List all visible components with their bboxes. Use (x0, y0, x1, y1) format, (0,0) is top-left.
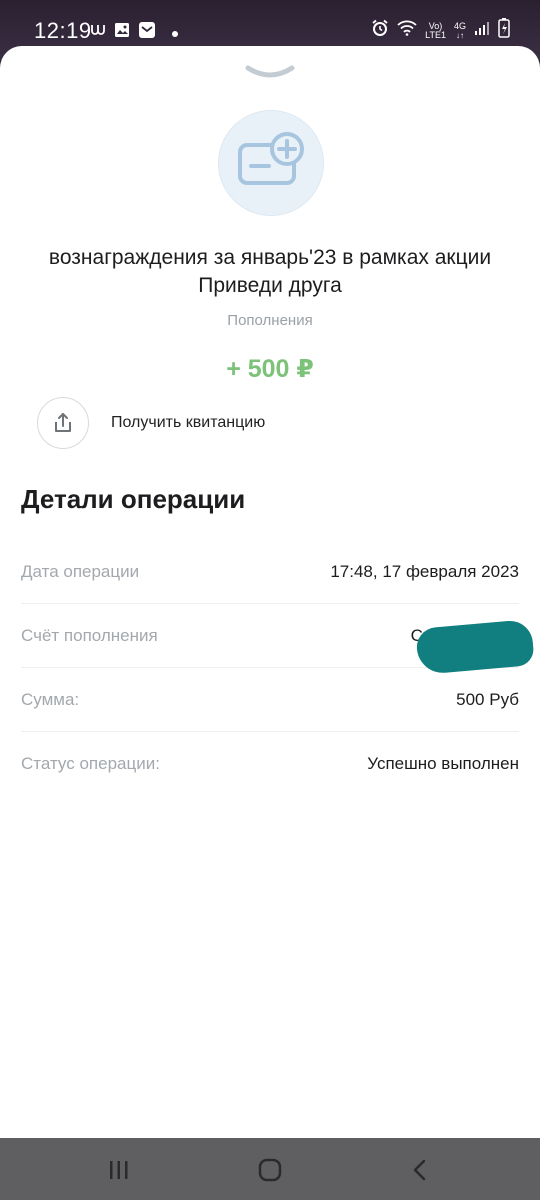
back-icon (413, 1159, 426, 1181)
operation-amount: + 500 ₽ (226, 355, 314, 383)
network-label: Vo) LTE1 (425, 21, 446, 40)
detail-row-date: Дата операции 17:48, 17 февраля 2023 (21, 540, 519, 604)
home-button[interactable] (255, 1158, 285, 1182)
details-title: Детали операции (21, 484, 246, 514)
chevron-down-icon (245, 65, 295, 78)
battery-icon (498, 18, 510, 43)
get-receipt-button[interactable]: Получить квитанцию (37, 396, 265, 450)
sheet-handle[interactable] (245, 64, 295, 82)
detail-value: 500 Руб (456, 689, 519, 709)
detail-row-status: Статус операции: Успешно выполнен (21, 732, 519, 795)
network-type: 4G ↓↑ (453, 20, 466, 40)
receipt-label: Получить квитанцию (111, 414, 266, 431)
detail-row-account: Счёт пополнения Счё (21, 604, 535, 675)
operation-icon-circle (218, 110, 324, 216)
detail-value: Успешно выполнен (367, 753, 519, 773)
wifi-icon (397, 20, 417, 41)
navigation-bar (0, 1138, 540, 1200)
signal-icon (474, 20, 490, 41)
detail-value: 17:48, 17 февраля 2023 (330, 561, 519, 581)
mail-icon (138, 21, 156, 44)
back-button[interactable] (405, 1158, 435, 1182)
recents-icon (110, 1161, 128, 1179)
home-icon (258, 1158, 282, 1182)
redaction-mark (415, 619, 535, 675)
detail-label: Дата операции (21, 561, 140, 581)
operation-sheet: вознаграждения за январь'23 в рамках акц… (0, 46, 540, 1138)
details-list: Дата операции 17:48, 17 февраля 2023 Счё… (21, 540, 535, 795)
alarm-icon (371, 19, 389, 42)
detail-row-sum: Сумма: 500 Руб (21, 668, 519, 732)
notification-icon (90, 23, 106, 42)
operation-category: Пополнения (227, 312, 313, 329)
receipt-icon-circle[interactable] (37, 397, 89, 449)
network-bottom: LTE1 (425, 29, 446, 40)
share-icon (55, 413, 71, 432)
dot-icon (172, 24, 178, 42)
gallery-icon (114, 22, 130, 43)
detail-label: Сумма: (21, 689, 80, 709)
operation-title: вознаграждения за январь'23 в рамках акц… (48, 246, 492, 297)
network-type-label: 4G (453, 20, 466, 31)
recents-button[interactable] (104, 1158, 134, 1182)
card-plus-icon (238, 132, 304, 185)
status-time: 12:19 (34, 18, 92, 43)
detail-label: Счёт пополнения (21, 625, 158, 645)
detail-label: Статус операции: (21, 753, 160, 773)
